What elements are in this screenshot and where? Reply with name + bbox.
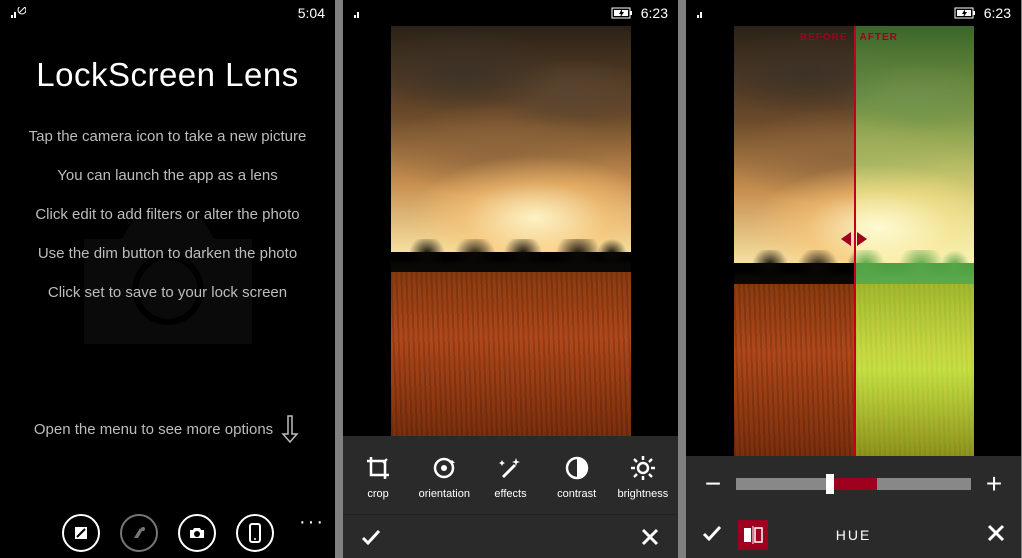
status-bar: 5:04 — [0, 0, 335, 26]
image-compare[interactable]: BEFORE AFTER — [686, 26, 1021, 456]
edit-button[interactable] — [62, 514, 100, 552]
arrow-down-icon — [281, 412, 301, 446]
cancel-button[interactable] — [985, 522, 1007, 549]
screen-editor: 6:23 crop orientation effects contrast b — [343, 0, 678, 558]
confirm-bar — [343, 514, 678, 558]
screen-home: 5:04 LockScreen Lens Tap the camera icon… — [0, 0, 335, 558]
instruction-line: You can launch the app as a lens — [10, 167, 325, 184]
before-label: BEFORE — [734, 32, 854, 43]
after-overlay — [854, 26, 974, 456]
status-time: 6:23 — [984, 5, 1011, 21]
signal-icon — [10, 7, 26, 19]
increase-button[interactable]: + — [983, 470, 1005, 498]
edit-toolbar: crop orientation effects contrast bright… — [343, 436, 678, 514]
signal-icon — [696, 7, 712, 19]
status-bar: 6:23 — [343, 0, 678, 26]
contrast-button[interactable]: contrast — [545, 454, 609, 500]
decrease-button[interactable]: − — [702, 470, 724, 498]
menu-hint-text: Open the menu to see more options — [34, 421, 273, 438]
page-title: LockScreen Lens — [10, 56, 325, 94]
tool-label: brightness — [617, 488, 668, 500]
status-bar: 6:23 — [686, 0, 1021, 26]
crop-button[interactable]: crop — [346, 454, 410, 500]
tool-label: contrast — [557, 488, 596, 500]
screen-hue-adjust: 6:23 BEFORE AFTER − + — [686, 0, 1021, 558]
tool-label: crop — [367, 488, 388, 500]
instruction-line: Click set to save to your lock screen — [10, 284, 325, 301]
set-button[interactable] — [236, 514, 274, 552]
menu-hint: Open the menu to see more options — [0, 412, 335, 446]
confirm-bar: HUE — [686, 512, 1021, 558]
dim-button[interactable] — [120, 514, 158, 552]
before-after-labels: BEFORE AFTER — [734, 32, 974, 43]
instruction-line: Tap the camera icon to take a new pictur… — [10, 128, 325, 145]
photo-landscape: BEFORE AFTER — [734, 26, 974, 456]
effects-button[interactable]: effects — [478, 454, 542, 500]
instructions-list: Tap the camera icon to take a new pictur… — [10, 128, 325, 301]
image-preview[interactable] — [343, 26, 678, 436]
tool-label: orientation — [419, 488, 470, 500]
appbar: ··· — [0, 506, 335, 558]
mode-label: HUE — [836, 527, 872, 543]
photo-landscape — [391, 26, 631, 436]
signal-icon — [353, 7, 369, 19]
compare-toggle-button[interactable] — [738, 520, 768, 550]
home-content: LockScreen Lens Tap the camera icon to t… — [0, 26, 335, 506]
cancel-button[interactable] — [636, 523, 664, 551]
compare-handle[interactable] — [841, 232, 867, 246]
slider-bar: − + — [686, 456, 1021, 512]
instruction-line: Click edit to add filters or alter the p… — [10, 206, 325, 223]
instruction-line: Use the dim button to darken the photo — [10, 245, 325, 262]
camera-button[interactable] — [178, 514, 216, 552]
tool-label: effects — [494, 488, 526, 500]
status-time: 6:23 — [641, 5, 668, 21]
battery-icon — [954, 7, 978, 19]
hue-slider[interactable] — [736, 478, 971, 490]
brightness-button[interactable]: brightness — [611, 454, 675, 500]
status-time: 5:04 — [298, 5, 325, 21]
orientation-button[interactable]: orientation — [412, 454, 476, 500]
slider-thumb[interactable] — [826, 474, 834, 494]
after-label: AFTER — [854, 32, 974, 43]
battery-icon — [611, 7, 635, 19]
more-button[interactable]: ··· — [299, 511, 325, 534]
accept-button[interactable] — [357, 523, 385, 551]
accept-button[interactable] — [700, 521, 724, 550]
